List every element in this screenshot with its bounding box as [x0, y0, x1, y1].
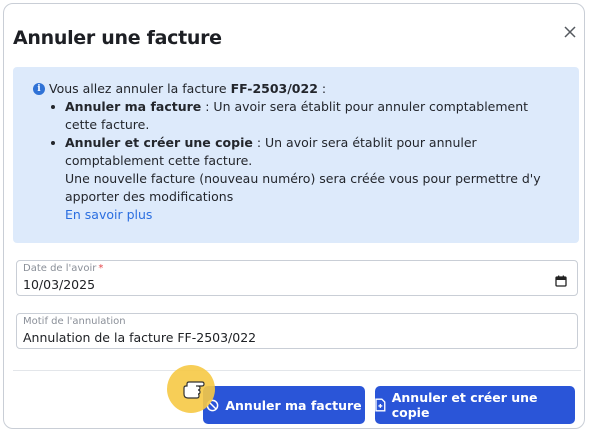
- learn-more-link[interactable]: En savoir plus: [65, 206, 545, 224]
- motif-value: Annulation de la facture FF-2503/022: [23, 330, 257, 345]
- option-cancel-title: Annuler ma facture: [65, 99, 202, 114]
- motif-label: Motif de l'annulation: [23, 316, 126, 327]
- date-field[interactable]: Date de l'avoir * 10/03/2025: [16, 260, 578, 296]
- motif-field[interactable]: Motif de l'annulation Annulation de la f…: [16, 313, 578, 349]
- file-copy-icon: [375, 398, 386, 412]
- footer-divider: [13, 370, 581, 371]
- close-icon[interactable]: [562, 24, 578, 40]
- date-label: Date de l'avoir *: [23, 263, 104, 274]
- info-icon: i: [33, 83, 45, 95]
- cancel-invoice-dialog: Annuler une facture i Vous allez annuler…: [3, 3, 585, 429]
- option-copy-title: Annuler et créer une copie: [65, 135, 253, 150]
- invoice-number: FF-2503/022: [230, 81, 318, 96]
- cancel-and-copy-label: Annuler et créer une copie: [391, 390, 538, 420]
- info-list: Annuler ma facture : Un avoir sera établ…: [33, 98, 579, 224]
- cancel-invoice-label: Annuler ma facture: [225, 397, 362, 413]
- required-mark: *: [98, 263, 104, 274]
- date-value: 10/03/2025: [23, 277, 96, 292]
- list-item: Annuler et créer une copie : Un avoir se…: [51, 134, 545, 224]
- calendar-icon[interactable]: [555, 275, 567, 287]
- pointer-hand-icon: [167, 365, 215, 413]
- info-intro: i Vous allez annuler la facture FF-2503/…: [33, 80, 579, 98]
- dialog-title: Annuler une facture: [13, 27, 222, 49]
- intro-suffix: :: [317, 81, 327, 96]
- info-alert: i Vous allez annuler la facture FF-2503/…: [13, 67, 579, 243]
- intro-prefix: Vous allez annuler la facture: [49, 81, 231, 96]
- option-copy-extra: Une nouvelle facture (nouveau numéro) se…: [65, 171, 541, 204]
- cancel-and-copy-button[interactable]: Annuler et créer une copie: [375, 386, 575, 424]
- cancel-invoice-button[interactable]: Annuler ma facture: [203, 386, 365, 424]
- list-item: Annuler ma facture : Un avoir sera établ…: [51, 98, 545, 134]
